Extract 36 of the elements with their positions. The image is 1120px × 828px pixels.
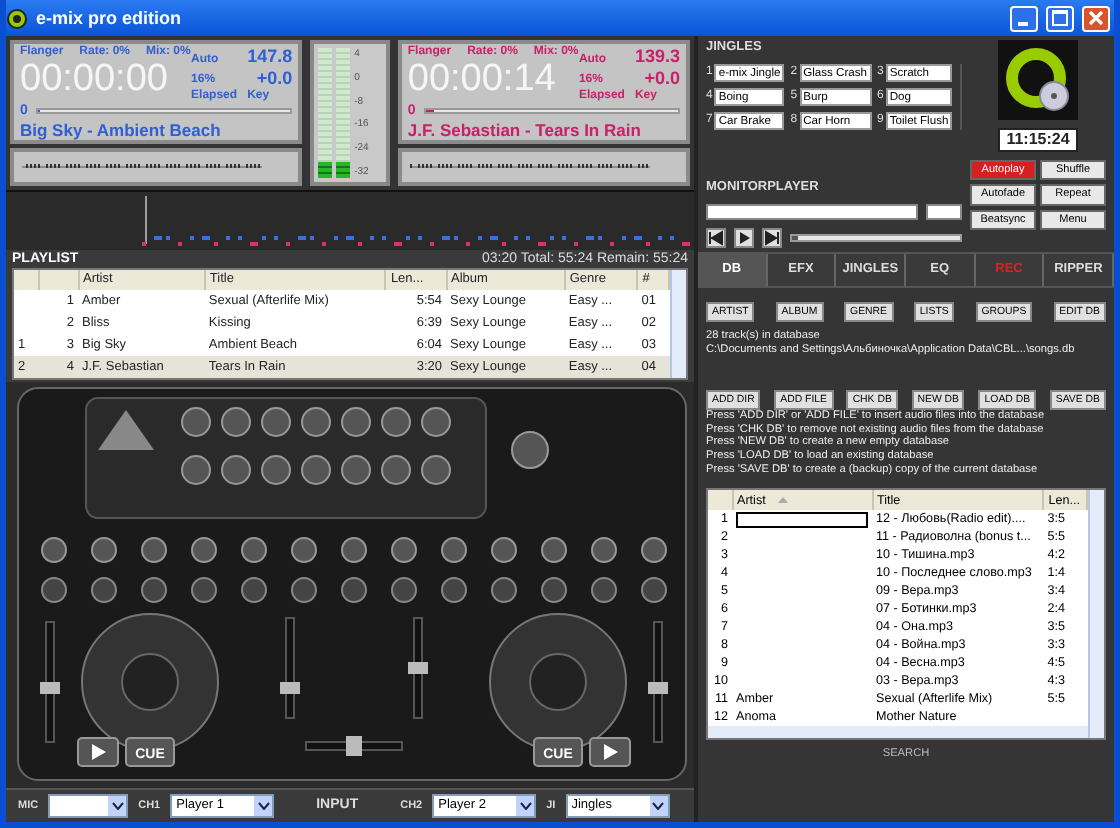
maximize-icon: [1052, 10, 1068, 26]
sort-icon: [777, 495, 788, 504]
previous-icon: [708, 230, 724, 246]
caret-icon: [652, 802, 665, 810]
monitor-slider[interactable]: [790, 234, 962, 242]
play-icon: [736, 230, 752, 246]
input-field[interactable]: [706, 204, 918, 220]
scrollbar[interactable]: [670, 270, 686, 378]
track-title: Big Sky - Ambient Beach: [20, 120, 223, 141]
scrollbar[interactable]: [708, 726, 1088, 739]
scrollbar[interactable]: [1088, 490, 1104, 739]
position-track[interactable]: [423, 108, 680, 115]
app-logo-icon: [6, 7, 28, 29]
app-logo-icon: [998, 40, 1078, 120]
close-button[interactable]: [1082, 5, 1110, 31]
clock: 11:15:24: [998, 128, 1078, 152]
caret-icon: [257, 802, 270, 810]
bpm-value: 139.3: [634, 46, 680, 68]
minimize-button[interactable]: [1010, 5, 1038, 31]
dropdown[interactable]: [48, 794, 129, 818]
input-field[interactable]: [926, 204, 962, 220]
maximize-button[interactable]: [1046, 5, 1074, 31]
caret-icon: [519, 802, 532, 810]
pitch-value: +0.0: [254, 67, 293, 89]
next-button[interactable]: [762, 228, 782, 248]
input-field[interactable]: [736, 511, 868, 528]
bpm-value: 147.8: [247, 46, 293, 68]
window-title: e-mix pro edition: [36, 7, 184, 29]
caret-icon: [111, 802, 124, 810]
play-button[interactable]: [734, 228, 754, 248]
previous-button[interactable]: [706, 228, 726, 248]
track-title: J.F. Sebastian - Tears In Rain: [407, 120, 643, 141]
pitch-value: +0.0: [642, 67, 680, 89]
next-icon: [764, 230, 780, 246]
position-track[interactable]: [35, 108, 293, 115]
close-icon: [1088, 10, 1104, 26]
